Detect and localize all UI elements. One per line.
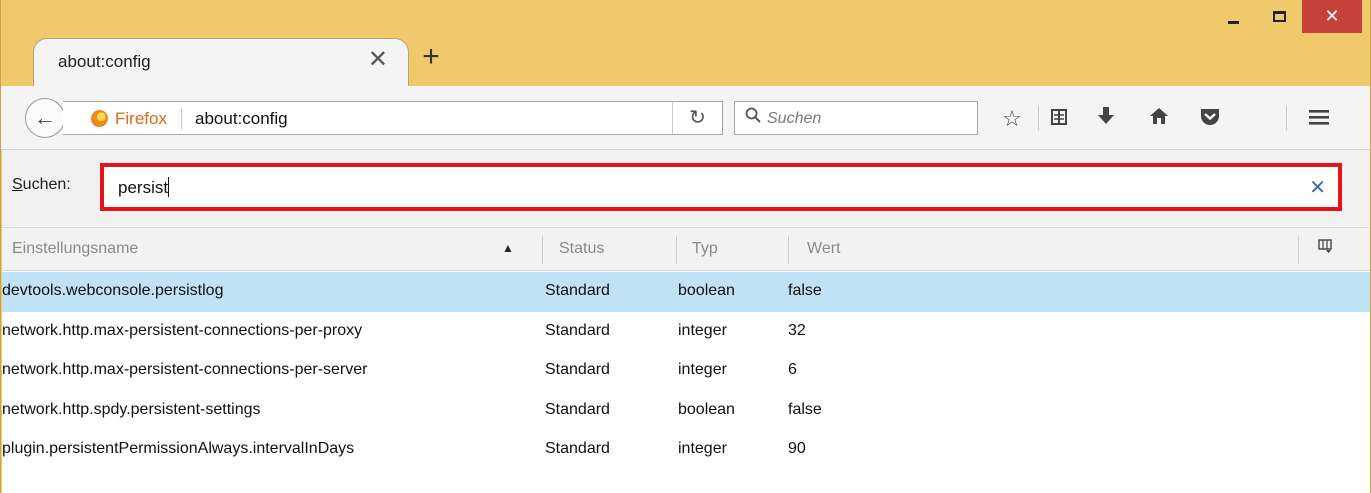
- pref-type-cell: integer: [678, 321, 727, 339]
- browser-window: ✕ about:config ✕ + ← Firefox about:confi…: [0, 0, 1371, 493]
- column-divider[interactable]: [676, 236, 677, 264]
- url-separator: [181, 108, 182, 130]
- tab-close-icon[interactable]: ✕: [368, 48, 388, 72]
- pref-value-cell: 90: [788, 440, 806, 457]
- url-text[interactable]: about:config: [195, 109, 288, 129]
- pref-status-cell: Standard: [545, 440, 610, 457]
- navigation-toolbar: ← Firefox about:config ↻ Suchen ☆: [1, 86, 1370, 150]
- pref-status-cell: Standard: [545, 361, 610, 378]
- pref-type-cell: integer: [678, 440, 727, 457]
- pref-name-cell: devtools.webconsole.persistlog: [2, 282, 224, 299]
- menu-icon[interactable]: [1306, 106, 1332, 132]
- pref-type-cell: integer: [678, 361, 727, 378]
- pref-status-cell: Standard: [545, 282, 610, 299]
- filter-label: Suchen:: [12, 176, 71, 193]
- table-row[interactable]: network.http.spdy.persistent-settings Sta…: [2, 391, 1370, 431]
- reload-button[interactable]: ↻: [672, 102, 722, 134]
- table-row[interactable]: plugin.persistentPermissionAlways.interv…: [2, 430, 1370, 470]
- column-picker-icon[interactable]: [1318, 239, 1332, 257]
- download-icon[interactable]: [1093, 106, 1119, 132]
- new-tab-button[interactable]: +: [415, 42, 447, 74]
- search-icon: [745, 107, 761, 128]
- minimize-icon: [1227, 21, 1239, 24]
- pref-name-cell: network.http.spdy.persistent-settings: [2, 400, 261, 418]
- maximize-icon: [1272, 11, 1286, 22]
- pref-value-cell: false: [788, 400, 822, 418]
- close-window-button[interactable]: ✕: [1302, 0, 1362, 33]
- close-icon: ✕: [1324, 6, 1340, 26]
- pref-status-cell: Standard: [545, 321, 610, 339]
- column-divider: [1298, 236, 1299, 264]
- home-icon[interactable]: [1146, 106, 1172, 132]
- search-value: persist: [118, 177, 170, 197]
- back-arrow-icon: ←: [34, 105, 56, 130]
- pref-name-cell: network.http.max-persistent-connections-…: [2, 321, 363, 339]
- clear-search-icon[interactable]: ✕: [1309, 175, 1326, 200]
- pref-name-cell: plugin.persistentPermissionAlways.interv…: [2, 440, 355, 457]
- pref-status-cell: Standard: [545, 400, 610, 418]
- tab-title: about:config: [58, 52, 151, 71]
- maximize-button[interactable]: [1256, 0, 1302, 33]
- column-divider[interactable]: [788, 236, 789, 264]
- pref-type-cell: boolean: [678, 400, 735, 418]
- pref-value-cell: 32: [788, 321, 806, 339]
- pref-name-cell: network.http.max-persistent-connections-…: [2, 361, 368, 378]
- toolbar-separator: [1286, 106, 1287, 130]
- preferences-list: devtools.webconsole.persistlog Standard bo…: [2, 272, 1370, 470]
- preference-search-input[interactable]: persist ✕: [100, 163, 1342, 211]
- pocket-icon[interactable]: [1197, 106, 1223, 132]
- column-header-name[interactable]: Einstellungsname: [12, 240, 138, 258]
- back-button[interactable]: ←: [25, 98, 65, 138]
- column-header-type[interactable]: Typ: [692, 240, 718, 258]
- star-icon[interactable]: ☆: [999, 106, 1025, 132]
- minimize-button[interactable]: [1210, 0, 1256, 33]
- web-search-box[interactable]: Suchen: [734, 101, 978, 135]
- table-row[interactable]: devtools.webconsole.persistlog Standard bo…: [2, 272, 1370, 312]
- table-row[interactable]: network.http.max-persistent-connections-…: [2, 351, 1370, 391]
- title-bar: ✕ about:config ✕ +: [1, 0, 1370, 86]
- pref-value-cell: 6: [788, 361, 797, 378]
- filter-bar: Suchen: persist ✕: [2, 150, 1370, 226]
- pref-type-cell: boolean: [678, 282, 735, 299]
- window-controls: ✕: [1210, 0, 1362, 33]
- column-header-row: Einstellungsname ▲ Status Typ Wert: [2, 227, 1370, 271]
- toolbar-separator: [1038, 106, 1039, 130]
- sort-ascending-icon: ▲: [502, 241, 514, 255]
- identity-label[interactable]: Firefox: [115, 109, 167, 129]
- pref-value-cell: false: [788, 282, 822, 299]
- reading-list-icon[interactable]: [1046, 106, 1072, 132]
- column-header-status[interactable]: Status: [559, 240, 604, 258]
- url-bar[interactable]: Firefox about:config ↻: [63, 101, 723, 135]
- tab-about-config[interactable]: about:config ✕: [33, 38, 409, 86]
- column-divider[interactable]: [542, 236, 543, 264]
- table-row[interactable]: network.http.max-persistent-connections-…: [2, 312, 1370, 352]
- firefox-icon: [91, 110, 108, 127]
- about-config-page: Suchen: persist ✕ Einstellungsname ▲ Sta…: [2, 150, 1370, 493]
- search-placeholder: Suchen: [767, 110, 822, 127]
- column-header-value[interactable]: Wert: [807, 240, 840, 258]
